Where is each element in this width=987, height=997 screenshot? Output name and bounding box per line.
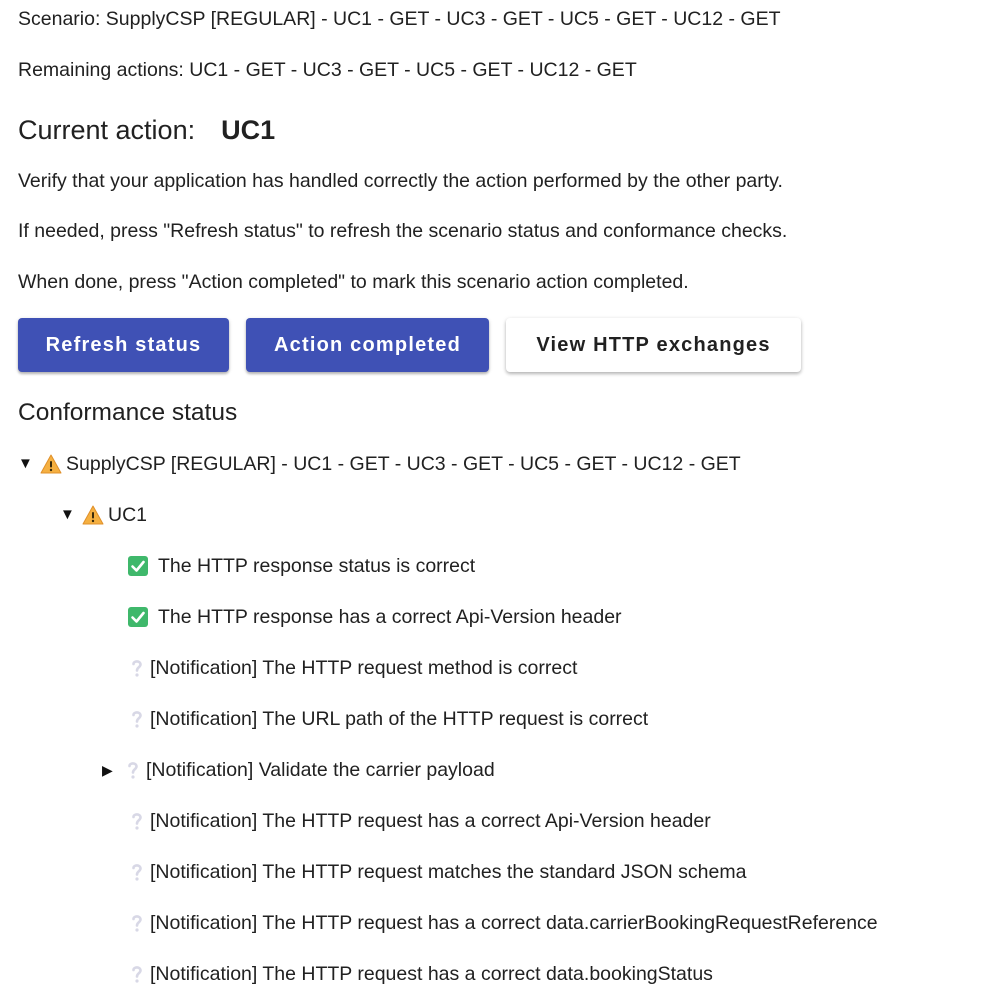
check-item: [Notification] The URL path of the HTTP … [128, 707, 648, 731]
tree-node-action-label: UC1 [108, 504, 148, 526]
check-mark-icon [128, 607, 148, 627]
check-item: The HTTP response status is correct [128, 554, 475, 578]
check-item-label: [Notification] The HTTP request has a co… [150, 912, 878, 934]
current-action: Current action: UC1 [18, 113, 275, 147]
instruction-complete: When done, press "Action completed" to m… [18, 271, 689, 293]
check-item: The HTTP response has a correct Api-Vers… [128, 605, 622, 629]
check-item-label: [Notification] Validate the carrier payl… [146, 759, 495, 781]
check-item-label: [Notification] The HTTP request method i… [150, 657, 578, 679]
tree-node-scenario-label: SupplyCSP [REGULAR] - UC1 - GET - UC3 - … [66, 453, 741, 475]
check-item-label: [Notification] The HTTP request has a co… [150, 963, 713, 985]
action-buttons: Refresh status Action completed View HTT… [18, 318, 801, 372]
triangle-down-icon[interactable]: ▼ [60, 503, 82, 527]
question-mark-icon [128, 657, 146, 679]
check-item-label: [Notification] The URL path of the HTTP … [150, 708, 649, 730]
question-mark-icon [128, 912, 146, 934]
scenario-title: Scenario: SupplyCSP [REGULAR] - UC1 - GE… [18, 8, 781, 30]
question-mark-icon [128, 963, 146, 985]
question-mark-icon [124, 759, 142, 781]
triangle-down-icon[interactable]: ▼ [18, 452, 40, 476]
check-item-expandable: ▶ [Notification] Validate the carrier pa… [102, 758, 495, 782]
warning-icon [82, 505, 104, 525]
check-item: [Notification] The HTTP request has a co… [128, 809, 711, 833]
view-http-exchanges-button[interactable]: View HTTP exchanges [506, 318, 801, 372]
question-mark-icon [128, 861, 146, 883]
question-mark-icon [128, 810, 146, 832]
tree-node-action: ▼ UC1 [60, 503, 147, 527]
conformance-status-title: Conformance status [18, 399, 238, 426]
remaining-actions: Remaining actions: UC1 - GET - UC3 - GET… [18, 59, 637, 81]
check-item-label: The HTTP response status is correct [158, 555, 476, 577]
check-item: [Notification] The HTTP request method i… [128, 656, 577, 680]
refresh-status-button[interactable]: Refresh status [18, 318, 229, 372]
current-action-value: UC1 [221, 115, 276, 145]
instruction-verify: Verify that your application has handled… [18, 170, 783, 192]
current-action-label: Current action: [18, 115, 196, 145]
triangle-right-icon[interactable]: ▶ [102, 758, 124, 782]
check-item-label: [Notification] The HTTP request has a co… [150, 810, 711, 832]
check-item: [Notification] The HTTP request has a co… [128, 962, 713, 986]
instruction-refresh: If needed, press "Refresh status" to ref… [18, 220, 788, 242]
question-mark-icon [128, 708, 146, 730]
check-item: [Notification] The HTTP request matches … [128, 860, 746, 884]
tree-node-scenario: ▼ SupplyCSP [REGULAR] - UC1 - GET - UC3 … [18, 452, 741, 476]
warning-icon [40, 454, 62, 474]
check-mark-icon [128, 556, 148, 576]
action-completed-button[interactable]: Action completed [246, 318, 489, 372]
check-item-label: [Notification] The HTTP request matches … [150, 861, 747, 883]
check-item: [Notification] The HTTP request has a co… [128, 911, 878, 935]
check-item-label: The HTTP response has a correct Api-Vers… [158, 606, 622, 628]
